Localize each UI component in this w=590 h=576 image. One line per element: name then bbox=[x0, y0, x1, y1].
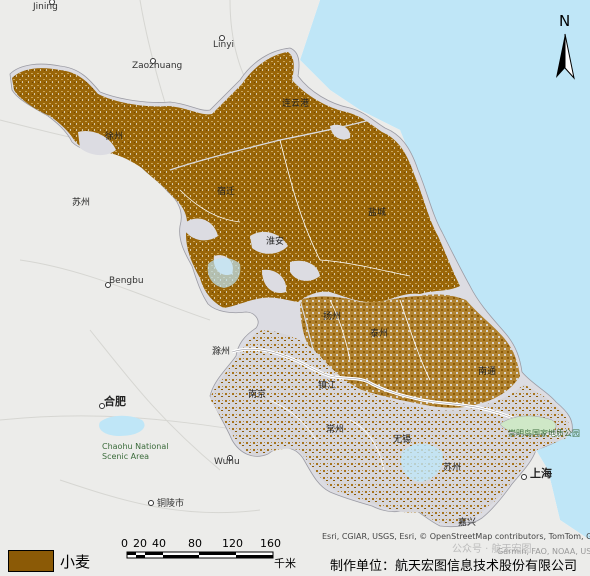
scale-tick-0: 0 bbox=[121, 537, 128, 550]
shanghai-marker bbox=[521, 474, 527, 480]
place-label-linyi: Linyi bbox=[213, 40, 235, 50]
place-label-zaozhuang: Zaozhuang bbox=[132, 61, 183, 71]
producer-label: 制作单位：航天宏图信息技术股份有限公司 bbox=[330, 559, 578, 574]
place-label-suzhou-ah: 苏州 bbox=[72, 198, 91, 208]
place-label-lianyungang: 连云港 bbox=[282, 99, 310, 109]
place-label-jiaxing: 嘉兴 bbox=[458, 518, 477, 528]
place-label-wuhu: Wuhu bbox=[214, 457, 240, 467]
place-label-jining: Jining bbox=[33, 2, 58, 12]
place-label-nantong: 南通 bbox=[478, 367, 497, 377]
place-label-wuxi: 无锡 bbox=[393, 435, 412, 445]
place-label-huaian: 淮安 bbox=[266, 237, 285, 247]
place-label-tongling: 铜陵市 bbox=[157, 499, 185, 509]
place-label-chuzhou: 滁州 bbox=[212, 347, 231, 357]
scale-tick-40: 40 bbox=[152, 537, 166, 550]
place-label-changzhou: 常州 bbox=[326, 425, 345, 435]
north-arrow-label: N bbox=[559, 12, 571, 30]
legend-label-wheat: 小麦 bbox=[60, 553, 91, 571]
place-label-xuzhou: 徐州 bbox=[105, 132, 124, 142]
place-label-suzhou-js: 苏州 bbox=[443, 463, 462, 473]
place-label-taizhou: 泰州 bbox=[370, 329, 389, 339]
scale-tick-120: 120 bbox=[222, 537, 243, 550]
scale-tick-160: 160 bbox=[260, 537, 281, 550]
place-label-yangzhou: 扬州 bbox=[323, 312, 342, 322]
place-label-zhenjiang: 镇江 bbox=[318, 381, 337, 391]
scale-tick-20: 20 bbox=[133, 537, 147, 550]
place-label-suqian: 宿迁 bbox=[217, 187, 236, 197]
scale-unit: 千米 bbox=[274, 557, 296, 570]
place-label-shanghai: 上海 bbox=[530, 467, 552, 480]
place-label-hefei: 合肥 bbox=[104, 395, 126, 408]
map-canvas bbox=[0, 0, 590, 576]
map-view[interactable]: Jining Linyi Zaozhuang 连云港 徐州 苏州 宿迁 盐城 淮… bbox=[0, 0, 590, 576]
legend-swatch-wheat bbox=[8, 550, 54, 572]
place-label-nanjing: 南京 bbox=[248, 390, 267, 400]
scale-tick-80: 80 bbox=[188, 537, 202, 550]
place-label-chongming: 崇明岛国家地质公园 bbox=[508, 429, 580, 438]
place-label-yancheng: 盐城 bbox=[368, 208, 387, 218]
tongling-marker bbox=[148, 500, 154, 506]
place-label-chaohu: Chaohu National Scenic Area bbox=[102, 442, 169, 461]
place-label-bengbu: Bengbu bbox=[109, 276, 144, 286]
